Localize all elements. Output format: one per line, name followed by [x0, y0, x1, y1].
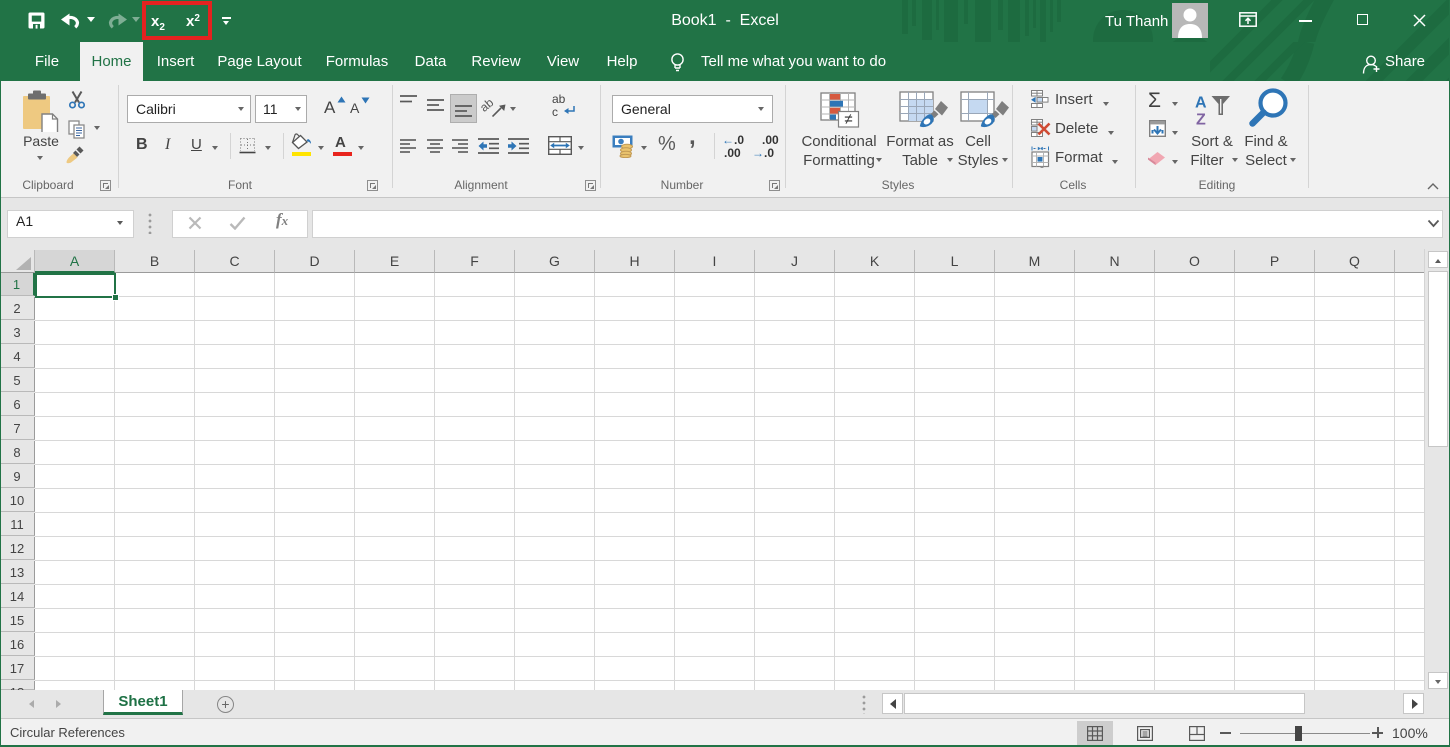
svg-text:Z: Z [1196, 112, 1206, 127]
svg-text:≠: ≠ [844, 111, 852, 128]
svg-text:A: A [1195, 95, 1207, 112]
